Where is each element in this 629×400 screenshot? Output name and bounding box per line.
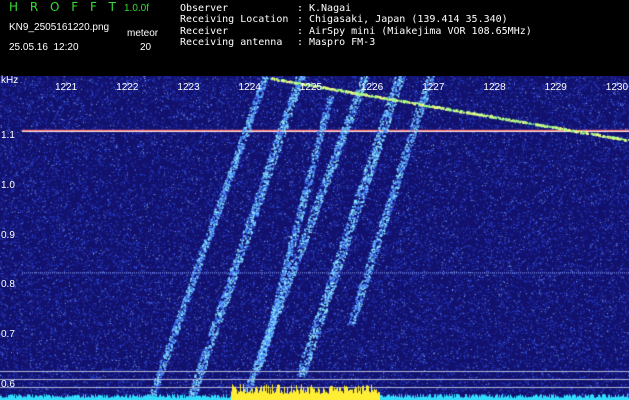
- x-tick-label: 1227: [422, 82, 445, 93]
- x-tick-label: 1226: [361, 82, 384, 93]
- info-value-receiver: AirSpy mini (Miakejima VOR 108.65MHz): [309, 26, 532, 37]
- app-version: 1.0.0f: [124, 3, 150, 14]
- x-tick-label: 1224: [238, 82, 261, 93]
- file-name: KN9_2505161220.png: [9, 22, 110, 33]
- header-panel: H R O F F T 1.0.0f KN9_2505161220.png me…: [0, 0, 629, 76]
- x-tick-label: 1225: [299, 82, 323, 93]
- app-name: H R O F F T: [9, 0, 121, 14]
- info-colon: :: [297, 14, 304, 25]
- x-tick-label: 1228: [483, 82, 506, 93]
- x-tick-label: 1221: [55, 82, 78, 93]
- x-tick-label: 1229: [544, 82, 567, 93]
- x-tick-label: 1230: [605, 82, 629, 93]
- spectrogram-panel: kHz 1221 1222 1223 1224 1225 1226 1227 1228 1229…: [0, 75, 629, 400]
- y-tick-label: 1.0: [1, 179, 15, 191]
- info-label-observer: Observer: [180, 3, 229, 14]
- y-tick-label: 0.9: [1, 229, 15, 241]
- y-tick-label: 0.8: [1, 279, 15, 291]
- info-label-location: Receiving Location: [180, 14, 289, 25]
- x-tick-label: 1222: [116, 82, 139, 93]
- counter-value: 20: [140, 42, 152, 53]
- y-tick-label: 0.7: [1, 329, 15, 341]
- info-value-location: Chigasaki, Japan (139.414 35.340): [309, 14, 508, 25]
- info-value-antenna: Maspro FM-3: [309, 37, 376, 48]
- y-tick-label: 0.6: [1, 379, 15, 391]
- info-label-antenna: Receiving antenna: [180, 37, 283, 48]
- info-label-receiver: Receiver: [180, 26, 229, 37]
- spectrogram: [0, 76, 629, 400]
- info-colon: :: [297, 26, 304, 37]
- y-axis-unit: kHz: [1, 75, 19, 86]
- y-tick-label: 1.1: [1, 129, 15, 141]
- mode-label: meteor: [127, 28, 159, 39]
- x-tick-label: 1223: [177, 82, 200, 93]
- info-colon: :: [297, 3, 304, 14]
- info-value-observer: K.Nagai: [309, 3, 352, 14]
- date-time: 25.05.16 12:20: [9, 42, 79, 53]
- info-colon: :: [297, 37, 304, 48]
